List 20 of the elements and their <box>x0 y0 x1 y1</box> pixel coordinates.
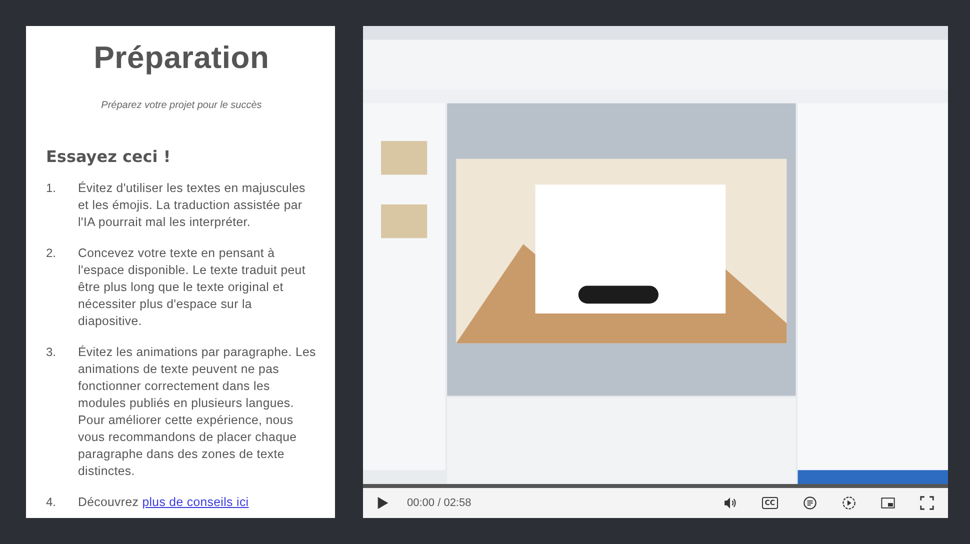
fullscreen-icon[interactable] <box>920 496 934 510</box>
progress-track[interactable] <box>363 484 948 488</box>
speed-icon[interactable] <box>842 496 856 510</box>
picture-in-picture-icon[interactable] <box>881 496 895 510</box>
tips-link[interactable]: plus de conseils ici <box>142 495 249 509</box>
tips-heading: Essayez ceci ! <box>46 147 172 166</box>
playback-time: 00:00 / 02:58 <box>407 497 472 509</box>
tip-number: 4. <box>46 494 58 511</box>
volume-icon[interactable] <box>722 496 737 510</box>
tip-number: 2. <box>46 245 58 262</box>
play-icon[interactable] <box>377 496 389 510</box>
tip-text: Évitez d'utiliser les textes en majuscules et les émojis. La traduction assistée par l'IA pourrait mal les interpréter. <box>78 180 306 231</box>
tip-number: 3. <box>46 344 58 361</box>
card-subtitle: Préparez votre projet pour le succès <box>100 100 263 111</box>
card-title: Préparation <box>92 40 270 76</box>
tip-text: Évitez les animations par paragraphe. Les animations de texte peuvent ne pas fonctionner correctement dans les modules publiés en plusieurs langues. Pour améliorer cette expérience, nous vous recommandons de placer chaque paragraphe dans des zones de texte distinctes. <box>78 344 317 480</box>
tip-text: Découvrez plus de conseils ici <box>78 494 249 511</box>
transcript-icon[interactable] <box>803 496 817 510</box>
tip-text: Concevez votre texte en pensant à l'espace disponible. Le texte traduit peut être plus long que le texte original et nécessiter plus d'espace sur la diapositive. <box>78 245 306 330</box>
tip-number: 1. <box>46 180 58 197</box>
